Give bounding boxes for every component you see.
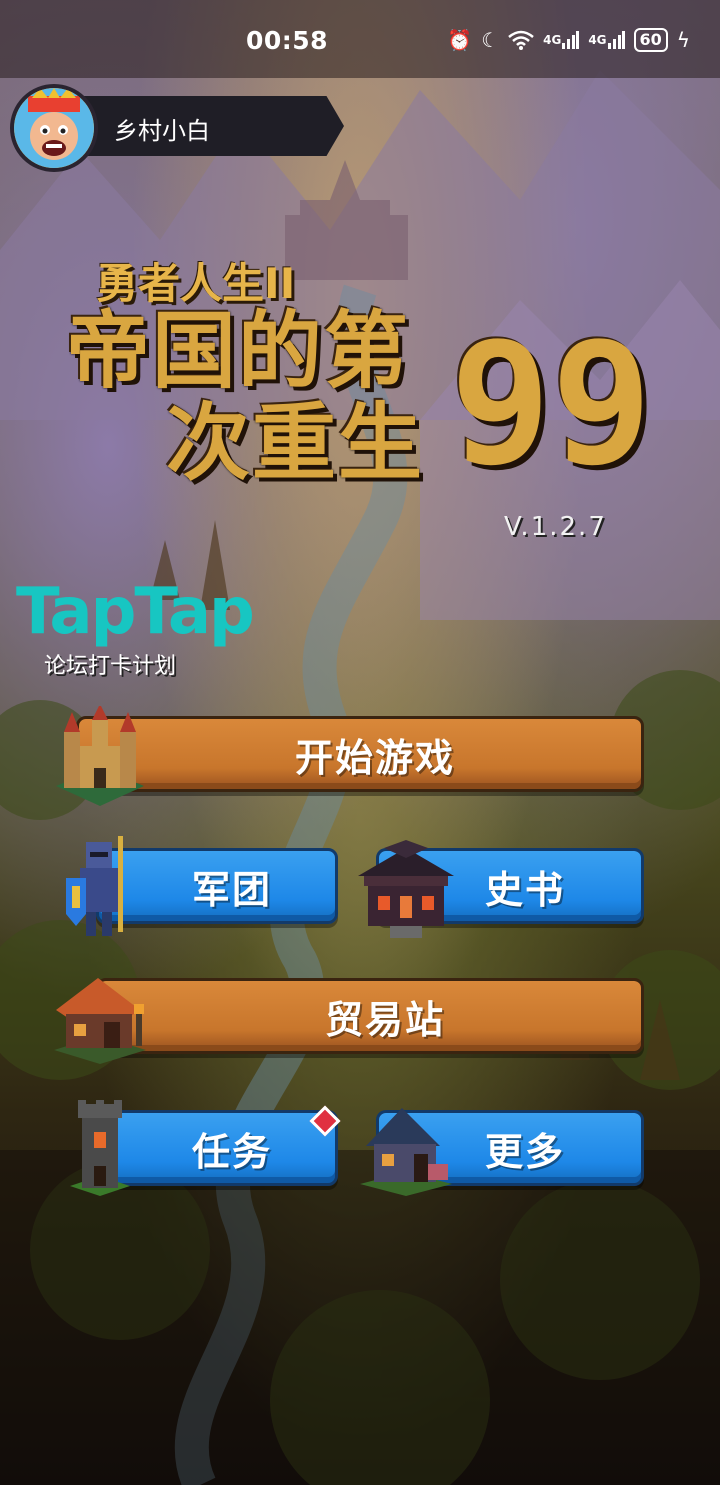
house-icon	[356, 1100, 456, 1200]
wifi-icon	[508, 30, 534, 50]
more-label: 更多	[484, 1129, 565, 1174]
charging-bolt-icon: ϟ	[676, 28, 690, 52]
quests-label: 任务	[191, 1129, 272, 1174]
history-book-label: 史书	[484, 867, 565, 912]
king-avatar-icon	[14, 88, 94, 168]
start-game-button[interactable]: 开始游戏	[76, 716, 644, 792]
taptap-logo[interactable]: TapTap	[16, 575, 255, 649]
status-time: 00:58	[246, 26, 329, 55]
game-main-title-line2: 次重生	[166, 394, 425, 492]
game-title-logo: 勇者人生II 帝国的第 次重生 99 V.1.2.7	[60, 250, 670, 550]
market-hut-icon	[48, 968, 152, 1068]
status-bar: 00:58 ⏰ ☾ 4G 4G 60 ϟ	[0, 0, 720, 78]
cell-signal-icon-2: 4G	[588, 31, 625, 49]
trading-post-label: 贸易站	[324, 997, 445, 1042]
avatar[interactable]	[10, 84, 98, 172]
game-version: V.1.2.7	[504, 512, 607, 542]
temple-icon	[354, 840, 458, 944]
legion-label: 军团	[191, 867, 272, 912]
do-not-disturb-moon-icon: ☾	[481, 28, 500, 52]
knight-icon	[64, 836, 136, 944]
start-game-label: 开始游戏	[294, 735, 455, 780]
tower-icon	[68, 1100, 132, 1200]
cell-signal-icon-1: 4G	[543, 31, 580, 49]
taptap-forum-checkin-link[interactable]: 论坛打卡计划	[44, 648, 176, 680]
game-main-title: 帝国的第 次重生	[66, 305, 456, 489]
battery-indicator: 60	[633, 28, 668, 52]
game-main-title-line1: 帝国的第	[66, 302, 411, 400]
alarm-icon: ⏰	[447, 28, 473, 52]
quests-button[interactable]: 任务	[96, 1110, 338, 1186]
game-title-number: 99	[450, 306, 653, 502]
status-icons: ⏰ ☾ 4G 4G 60 ϟ	[447, 28, 690, 52]
user-name: 乡村小白	[114, 117, 210, 145]
trading-post-button[interactable]: 贸易站	[96, 978, 644, 1054]
castle-icon	[50, 704, 150, 810]
